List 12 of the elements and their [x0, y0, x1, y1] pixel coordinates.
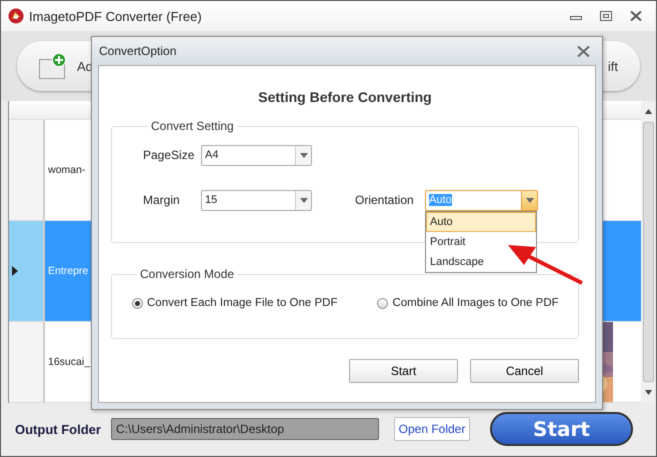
file-name: Entrepre	[48, 265, 88, 277]
output-folder-label: Output Folder	[15, 422, 102, 436]
file-name: woman-	[48, 164, 86, 176]
dialog-heading: Setting Before Converting	[257, 89, 433, 105]
field-label: PageSize	[143, 148, 196, 162]
dialog-title: ConvertOption	[99, 44, 176, 58]
window-title: ImagetoPDF Converter (Free)	[29, 8, 202, 24]
group-legend: Conversion Mode	[137, 267, 238, 281]
file-name: 16sucai_	[48, 356, 90, 368]
field-label: Orientation	[355, 193, 415, 207]
field-label: Margin	[143, 193, 181, 207]
group-legend: Convert Setting	[148, 119, 237, 133]
